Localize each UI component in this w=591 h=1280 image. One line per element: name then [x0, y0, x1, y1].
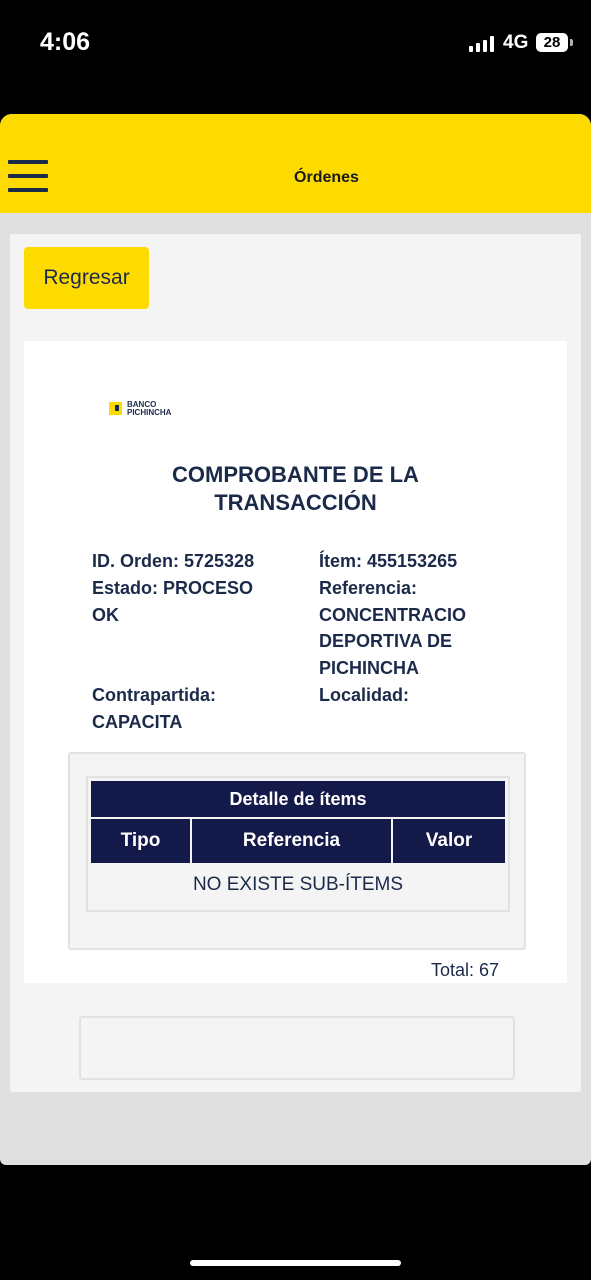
order-id: ID. Orden: 5725328	[92, 551, 255, 571]
home-indicator[interactable]	[190, 1260, 401, 1266]
item-id: Ítem: 455153265	[319, 551, 458, 571]
page-title: Órdenes	[294, 169, 359, 186]
col-header-type: Tipo	[91, 819, 190, 863]
bank-logo-icon	[109, 402, 122, 415]
item-reference: Referencia: CONCENTRACIO DEPORTIVA DE PI…	[319, 578, 466, 678]
items-table-title: Detalle de ítems	[91, 781, 505, 817]
status-bar: 4:06 4G 28	[0, 0, 591, 90]
footer-box	[79, 1016, 515, 1080]
top-bar: Órdenes	[0, 114, 591, 213]
signal-icon	[469, 36, 495, 52]
order-status: Estado: PROCESO OK	[92, 578, 254, 625]
receipt-title: COMPROBANTE DE LA TRANSACCIÓN	[172, 462, 419, 515]
battery-icon: 28	[536, 33, 568, 52]
app-window: Órdenes Regresar BANCO PICHINCHA COMPROB…	[0, 114, 591, 1165]
col-header-reference: Referencia	[192, 819, 391, 863]
total-amount: Total: 67	[430, 960, 499, 980]
bank-logo: BANCO PICHINCHA	[109, 401, 189, 417]
empty-items-message: NO EXISTE SUB-ÍTEMS	[192, 874, 404, 895]
battery-tip	[570, 39, 573, 46]
counterpart: Contrapartida: CAPACITA	[92, 685, 217, 732]
items-table: Detalle de ítems Tipo Referencia Valor N…	[86, 776, 510, 912]
receipt-card: BANCO PICHINCHA COMPROBANTE DE LA TRANSA…	[24, 341, 567, 983]
locality: Localidad:	[319, 685, 410, 705]
back-button[interactable]: Regresar	[24, 247, 149, 309]
items-detail-box: Detalle de ítems Tipo Referencia Valor N…	[68, 752, 526, 950]
logo-line2: PICHINCHA	[127, 408, 172, 417]
col-header-value: Valor	[393, 819, 505, 863]
network-type: 4G	[503, 32, 529, 53]
main-content: Regresar BANCO PICHINCHA COMPROBANTE DE …	[10, 234, 581, 1092]
status-time: 4:06	[40, 28, 91, 56]
